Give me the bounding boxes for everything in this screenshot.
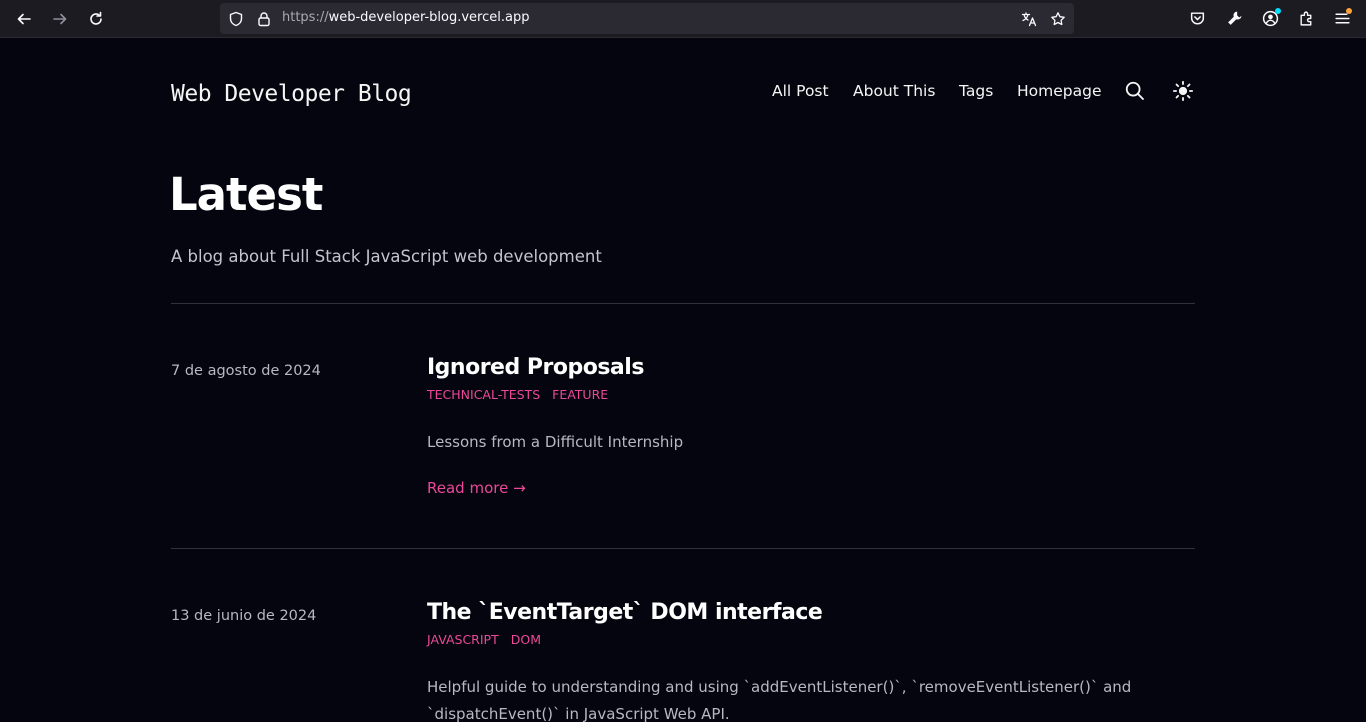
forward-icon[interactable]: [48, 7, 72, 31]
post-summary: Helpful guide to understanding and using…: [427, 678, 1132, 722]
back-icon[interactable]: [12, 7, 36, 31]
nav-link-tags[interactable]: Tags: [959, 82, 993, 100]
url-host: web-developer-blog.vercel.app: [328, 10, 530, 25]
post-date: 7 de agosto de 2024: [171, 363, 321, 379]
extensions-icon[interactable]: [1296, 8, 1316, 28]
reload-icon[interactable]: [84, 7, 108, 31]
tag-link[interactable]: DOM: [511, 632, 541, 647]
address-bar[interactable]: https://web-developer-blog.vercel.app: [220, 3, 1074, 34]
url-protocol: https://: [282, 10, 329, 25]
tag-link[interactable]: JAVASCRIPT: [427, 632, 499, 647]
tag-link[interactable]: FEATURE: [552, 387, 608, 402]
site-title[interactable]: Web Developer Blog: [171, 81, 412, 107]
update-alert-dot: [1346, 8, 1352, 14]
notification-dot: [1275, 8, 1281, 14]
search-icon[interactable]: [1123, 79, 1147, 103]
post-title[interactable]: Ignored Proposals: [427, 355, 644, 380]
nav-link-all-post[interactable]: All Post: [772, 82, 829, 100]
lock-icon[interactable]: [255, 10, 273, 28]
menu-icon[interactable]: [1332, 8, 1352, 28]
divider: [171, 303, 1195, 304]
nav-link-about-this[interactable]: About This: [853, 82, 935, 100]
bookmark-star-icon[interactable]: [1049, 10, 1067, 28]
tag-link[interactable]: TECHNICAL-TESTS: [427, 387, 540, 402]
post-tags: TECHNICAL-TESTS FEATURE: [427, 387, 620, 402]
url-text[interactable]: https://web-developer-blog.vercel.app: [282, 10, 529, 25]
pocket-icon[interactable]: [1187, 8, 1207, 28]
read-more-link[interactable]: Read more →: [427, 479, 526, 497]
post-date: 13 de junio de 2024: [171, 608, 317, 624]
page-heading: Latest: [169, 168, 323, 221]
post-summary: Lessons from a Difficult Internship: [427, 433, 684, 451]
wrench-icon[interactable]: [1224, 8, 1244, 28]
post-tags: JAVASCRIPT DOM: [427, 632, 553, 647]
account-icon[interactable]: [1260, 8, 1281, 28]
browser-toolbar: https://web-developer-blog.vercel.app: [0, 0, 1366, 38]
theme-toggle-sun-icon[interactable]: [1171, 79, 1195, 103]
page-tagline: A blog about Full Stack JavaScript web d…: [171, 247, 602, 266]
shield-icon[interactable]: [227, 10, 245, 28]
post-title[interactable]: The `EventTarget` DOM interface: [427, 600, 823, 625]
translate-icon[interactable]: [1020, 10, 1038, 28]
divider: [171, 548, 1195, 549]
nav-link-homepage[interactable]: Homepage: [1017, 82, 1102, 100]
